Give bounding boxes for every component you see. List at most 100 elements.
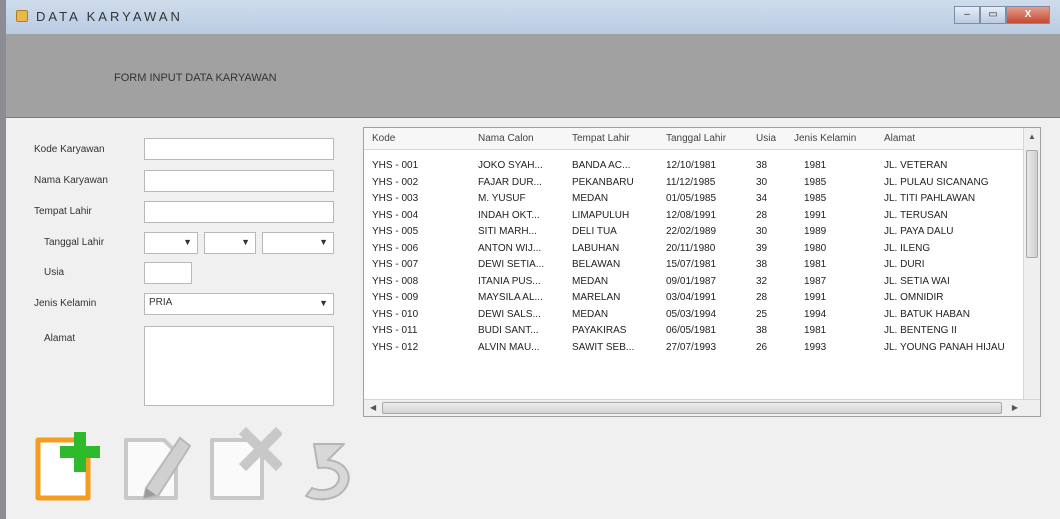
title-bar[interactable]: DATA KARYAWAN – ▭ X bbox=[6, 0, 1060, 34]
cell-nama-calon: DEWI SETIA... bbox=[478, 259, 545, 270]
cell-tanggal-lahir: 11/12/1985 bbox=[666, 176, 716, 188]
jenis-kelamin-value: PRIA bbox=[149, 297, 173, 308]
table-row[interactable]: YHS - 002 FAJAR DUR... PEKANBARU 11/12/1985… bbox=[364, 175, 1024, 191]
alamat-textarea[interactable] bbox=[144, 326, 334, 406]
table-row[interactable]: YHS - 009 MAYSILA AL... MARELAN 03/04/1991 2… bbox=[364, 290, 1024, 306]
table-row[interactable]: YHS - 005 SITI MARH... DELI TUA 22/02/1989 3… bbox=[364, 224, 1024, 240]
minimize-button[interactable]: – bbox=[954, 6, 980, 24]
add-button[interactable] bbox=[30, 426, 106, 506]
cell-tanggal-lahir: 06/05/1981 bbox=[666, 325, 717, 336]
tanggal-year-select[interactable]: ▼ bbox=[262, 232, 334, 254]
cell-nama-calon: SITI MARH... bbox=[478, 226, 537, 237]
cell-usia: 38 bbox=[756, 259, 768, 270]
cell-kode: YHS - 009 bbox=[372, 292, 419, 303]
table-row[interactable]: YHS - 006 ANTON WIJ... LABUHAN 20/11/1980 39… bbox=[364, 241, 1024, 257]
tempat-lahir-label: Tempat Lahir bbox=[34, 206, 92, 217]
tempat-lahir-input[interactable] bbox=[144, 201, 334, 223]
cell-usia: 30 bbox=[756, 226, 768, 237]
scroll-right-icon[interactable]: ▶ bbox=[1012, 403, 1018, 412]
cell-kode: YHS - 008 bbox=[372, 275, 419, 287]
cell-alamat: JL. TITI PAHLAWAN bbox=[884, 193, 976, 204]
column-header-jenis-kelamin[interactable]: Jenis Kelamin bbox=[794, 133, 856, 144]
cell-kode: YHS - 001 bbox=[372, 160, 419, 171]
scroll-left-icon[interactable]: ◀ bbox=[370, 403, 376, 412]
cell-tempat-lahir: BANDA AC... bbox=[572, 160, 631, 171]
cell-jenis-kelamin: 1981 bbox=[804, 160, 827, 171]
table-row[interactable]: YHS - 011 BUDI SANT... PAYAKIRAS 06/05/1981… bbox=[364, 323, 1024, 339]
nama-karyawan-input[interactable] bbox=[144, 170, 334, 192]
cell-alamat: JL. ILENG bbox=[884, 242, 931, 254]
cell-kode: YHS - 005 bbox=[372, 226, 419, 237]
edit-pencil-icon bbox=[124, 436, 192, 500]
cell-tempat-lahir: BELAWAN bbox=[572, 259, 621, 270]
column-header-alamat[interactable]: Alamat bbox=[884, 133, 915, 144]
cell-usia: 39 bbox=[756, 242, 768, 254]
cell-alamat: JL. PAYA DALU bbox=[884, 226, 954, 237]
horizontal-scrollbar[interactable]: ◀ ▶ bbox=[364, 399, 1040, 416]
chevron-down-icon: ▼ bbox=[183, 237, 192, 247]
cell-tanggal-lahir: 05/03/1994 bbox=[666, 308, 717, 320]
usia-input[interactable] bbox=[144, 262, 192, 284]
column-header-usia[interactable]: Usia bbox=[756, 133, 776, 144]
cell-tempat-lahir: SAWIT SEB... bbox=[572, 341, 635, 353]
chevron-down-icon: ▼ bbox=[319, 298, 328, 308]
cell-tanggal-lahir: 12/08/1991 bbox=[666, 209, 717, 221]
add-document-icon bbox=[35, 432, 100, 501]
cell-nama-calon: JOKO SYAH... bbox=[478, 160, 543, 171]
cell-kode: YHS - 006 bbox=[372, 242, 419, 254]
cell-jenis-kelamin: 1985 bbox=[804, 193, 827, 204]
column-header-kode[interactable]: Kode bbox=[372, 133, 395, 144]
cell-tempat-lahir: LABUHAN bbox=[572, 242, 620, 254]
table-row[interactable]: YHS - 003 M. YUSUF MEDAN 01/05/1985 34 1985 JL… bbox=[364, 191, 1024, 207]
cell-tanggal-lahir: 12/10/1981 bbox=[666, 160, 717, 171]
close-button[interactable]: X bbox=[1006, 6, 1050, 24]
tanggal-month-select[interactable]: ▼ bbox=[204, 232, 256, 254]
cell-alamat: JL. VETERAN bbox=[884, 160, 948, 171]
cell-nama-calon: ITANIA PUS... bbox=[478, 275, 541, 287]
cell-tempat-lahir: MEDAN bbox=[572, 308, 609, 320]
tanggal-day-select[interactable]: ▼ bbox=[144, 232, 198, 254]
cell-alamat: JL. PULAU SICANANG bbox=[884, 176, 989, 188]
column-header-nama-calon[interactable]: Nama Calon bbox=[478, 133, 534, 144]
cell-usia: 28 bbox=[756, 209, 768, 221]
cell-kode: YHS - 007 bbox=[372, 259, 419, 270]
vertical-scrollbar[interactable]: ▲ bbox=[1023, 128, 1040, 400]
cell-alamat: JL. TERUSAN bbox=[884, 209, 948, 221]
delete-button[interactable] bbox=[206, 426, 284, 506]
cell-alamat: JL. YOUNG PANAH HIJAU bbox=[884, 341, 1005, 353]
cell-usia: 30 bbox=[756, 176, 768, 188]
table-row[interactable]: YHS - 008 ITANIA PUS... MEDAN 09/01/1987 32 1… bbox=[364, 274, 1024, 290]
cell-jenis-kelamin: 1981 bbox=[804, 325, 827, 336]
cell-usia: 26 bbox=[756, 341, 768, 353]
column-header-tempat-lahir[interactable]: Tempat Lahir bbox=[572, 133, 630, 144]
karyawan-data-grid[interactable]: Kode Nama Calon Tempat Lahir Tanggal Lah… bbox=[363, 127, 1041, 417]
table-row[interactable]: YHS - 010 DEWI SALS... MEDAN 05/03/1994 25 19… bbox=[364, 307, 1024, 323]
window-title: DATA KARYAWAN bbox=[36, 9, 183, 24]
column-header-tanggal-lahir[interactable]: Tanggal Lahir bbox=[666, 133, 726, 144]
cell-tanggal-lahir: 27/07/1993 bbox=[666, 341, 717, 353]
jenis-kelamin-select[interactable]: PRIA ▼ bbox=[144, 293, 334, 315]
horizontal-scroll-thumb[interactable] bbox=[382, 402, 1002, 414]
edit-button[interactable] bbox=[120, 426, 196, 506]
cell-alamat: JL. SETIA WAI bbox=[884, 275, 950, 287]
kode-karyawan-input[interactable] bbox=[144, 138, 334, 160]
maximize-button[interactable]: ▭ bbox=[980, 6, 1006, 24]
kode-karyawan-label: Kode Karyawan bbox=[34, 144, 105, 155]
cell-kode: YHS - 011 bbox=[372, 325, 418, 336]
cell-nama-calon: MAYSILA AL... bbox=[478, 292, 543, 303]
cell-tanggal-lahir: 03/04/1991 bbox=[666, 292, 717, 303]
cell-tempat-lahir: PAYAKIRAS bbox=[572, 325, 627, 336]
table-row[interactable]: YHS - 001 JOKO SYAH... BANDA AC... 12/10/19… bbox=[364, 158, 1024, 174]
table-row[interactable]: YHS - 007 DEWI SETIA... BELAWAN 15/07/1981 3… bbox=[364, 257, 1024, 273]
table-row[interactable]: YHS - 004 INDAH OKT... LIMAPULUH 12/08/1991… bbox=[364, 208, 1024, 224]
cell-tanggal-lahir: 09/01/1987 bbox=[666, 275, 717, 287]
scroll-up-icon[interactable]: ▲ bbox=[1028, 132, 1036, 141]
cell-tempat-lahir: MARELAN bbox=[572, 292, 621, 303]
cell-tanggal-lahir: 01/05/1985 bbox=[666, 193, 717, 204]
vertical-scroll-thumb[interactable] bbox=[1026, 150, 1038, 258]
cell-jenis-kelamin: 1980 bbox=[804, 242, 827, 254]
table-row[interactable]: YHS - 012 ALVIN MAU... SAWIT SEB... 27/07/1… bbox=[364, 340, 1024, 356]
undo-button[interactable] bbox=[292, 426, 368, 506]
cell-jenis-kelamin: 1987 bbox=[804, 275, 827, 287]
cell-nama-calon: M. YUSUF bbox=[478, 193, 526, 204]
